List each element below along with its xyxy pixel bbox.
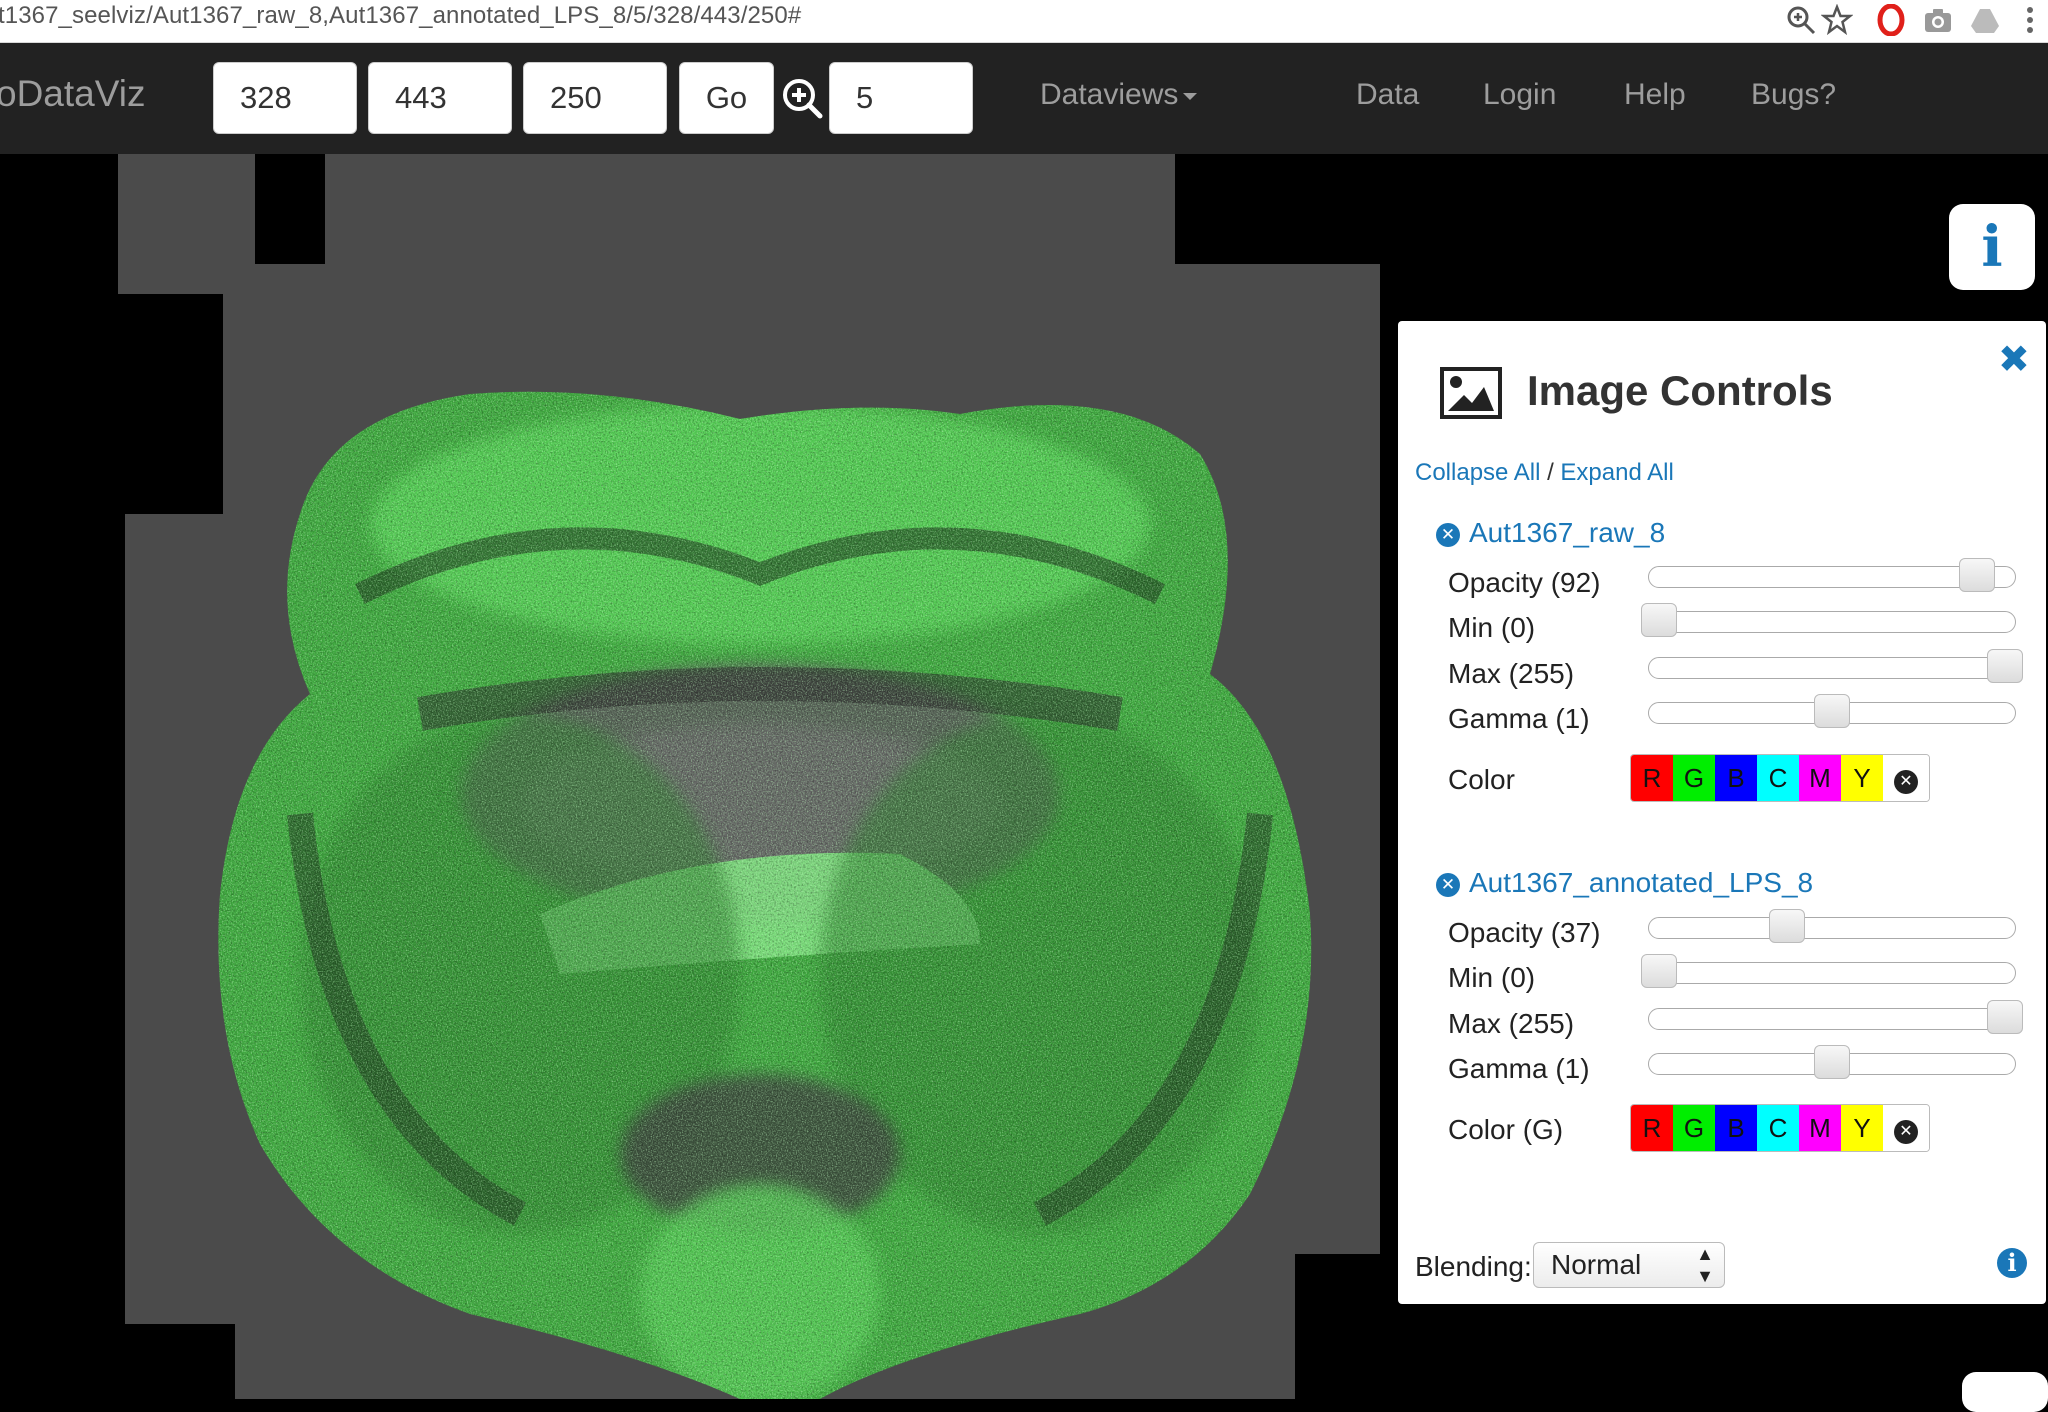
gamma-label: Gamma (1) xyxy=(1448,703,1590,734)
blending-select[interactable]: Normal ▲ ▼ xyxy=(1533,1242,1725,1288)
layer-name: Aut1367_raw_8 xyxy=(1469,517,1666,548)
zoom-in-icon xyxy=(783,79,823,119)
color-swatch-group: R G B C M Y ✕ xyxy=(1630,1104,1930,1152)
color-swatch-m[interactable]: M xyxy=(1799,755,1841,801)
slider-handle[interactable] xyxy=(1641,603,1677,637)
color-swatch-y[interactable]: Y xyxy=(1841,1105,1883,1151)
slider-handle[interactable] xyxy=(1641,954,1677,988)
zoom-icon[interactable] xyxy=(1785,4,1817,36)
color-swatch-b[interactable]: B xyxy=(1715,755,1757,801)
color-swatch-b[interactable]: B xyxy=(1715,1105,1757,1151)
nav-dataviews-label: Dataviews xyxy=(1040,78,1179,111)
opacity-slider[interactable] xyxy=(1648,558,2016,592)
collapse-all-link[interactable]: Collapse All xyxy=(1415,459,1540,486)
layer-header-annotated[interactable]: ✕ Aut1367_annotated_LPS_8 xyxy=(1436,867,1813,899)
color-label: Color xyxy=(1448,764,1515,795)
zoom-level-input[interactable]: 5 xyxy=(829,62,973,134)
min-slider[interactable] xyxy=(1641,603,2016,637)
close-icon[interactable]: ✖ xyxy=(1998,341,2030,379)
drive-icon[interactable] xyxy=(1969,4,2001,36)
opacity-label: Opacity (92) xyxy=(1448,567,1601,598)
slider-handle[interactable] xyxy=(1769,909,1806,943)
color-swatch-m[interactable]: M xyxy=(1799,1105,1841,1151)
slider-handle[interactable] xyxy=(1814,694,1850,728)
go-button[interactable]: Go xyxy=(679,62,774,134)
color-swatch-g[interactable]: G xyxy=(1673,755,1715,801)
color-swatch-group: R G B C M Y ✕ xyxy=(1630,754,1930,802)
max-label: Max (255) xyxy=(1448,658,1575,689)
min-slider[interactable] xyxy=(1641,954,2016,988)
nav-login-link[interactable]: Login xyxy=(1483,78,1556,112)
color-swatch-g[interactable]: G xyxy=(1673,1105,1715,1151)
opera-extension-icon[interactable] xyxy=(1875,4,1907,36)
color-swatch-c[interactable]: C xyxy=(1757,755,1799,801)
min-label: Min (0) xyxy=(1448,962,1536,993)
color-swatch-r[interactable]: R xyxy=(1631,1105,1673,1151)
image-controls-panel: ✖ Image Controls Collapse All / Expand A… xyxy=(1398,321,2046,1304)
info-button[interactable]: i xyxy=(1949,204,2035,290)
slider-handle[interactable] xyxy=(1987,1000,2023,1034)
min-label: Min (0) xyxy=(1448,612,1536,643)
nav-data-link[interactable]: Data xyxy=(1356,78,1419,112)
remove-layer-icon[interactable]: ✕ xyxy=(1436,523,1460,547)
layer-header-raw[interactable]: ✕ Aut1367_raw_8 xyxy=(1436,517,1665,549)
nav-help-link[interactable]: Help xyxy=(1624,78,1686,112)
slider-handle[interactable] xyxy=(1959,558,1996,592)
slider-handle[interactable] xyxy=(1814,1045,1850,1079)
browser-menu-icon[interactable] xyxy=(2014,4,2046,36)
expand-all-link[interactable]: Expand All xyxy=(1560,459,1673,486)
brand-logo-text[interactable]: oDataViz xyxy=(0,73,145,115)
z-coordinate-input[interactable]: 250 xyxy=(523,62,667,134)
caret-down-icon xyxy=(1183,92,1198,100)
opacity-label: Opacity (37) xyxy=(1448,917,1601,948)
remove-layer-icon[interactable]: ✕ xyxy=(1436,873,1460,897)
browser-address-bar[interactable]: t1367_seelviz/Aut1367_raw_8,Aut1367_anno… xyxy=(0,0,2048,43)
image-icon xyxy=(1440,367,1502,419)
nav-dataviews-dropdown[interactable]: Dataviews xyxy=(1040,78,1198,112)
clear-color-icon[interactable]: ✕ xyxy=(1883,1105,1929,1151)
gamma-label: Gamma (1) xyxy=(1448,1053,1590,1084)
nav-bugs-link[interactable]: Bugs? xyxy=(1751,78,1836,112)
blending-value: Normal xyxy=(1551,1249,1642,1280)
separator: / xyxy=(1547,459,1554,486)
panel-title: Image Controls xyxy=(1527,367,1833,414)
gamma-slider[interactable] xyxy=(1648,694,2016,728)
app-navbar: oDataViz 328 443 250 Go 5 Dataviews Data… xyxy=(0,43,2048,154)
max-slider[interactable] xyxy=(1648,649,2023,683)
bookmark-star-icon[interactable] xyxy=(1821,4,1853,36)
color-swatch-y[interactable]: Y xyxy=(1841,755,1883,801)
blending-info-icon[interactable]: i xyxy=(1997,1248,2027,1278)
color-swatch-c[interactable]: C xyxy=(1757,1105,1799,1151)
color-label: Color (G) xyxy=(1448,1114,1564,1145)
camera-icon[interactable] xyxy=(1922,4,1954,36)
collapse-expand-row: Collapse All / Expand All xyxy=(1415,459,1674,487)
url-text[interactable]: t1367_seelviz/Aut1367_raw_8,Aut1367_anno… xyxy=(0,2,801,30)
max-label: Max (255) xyxy=(1448,1008,1575,1039)
max-slider[interactable] xyxy=(1648,1000,2023,1034)
select-arrows-icon: ▲ ▼ xyxy=(1696,1244,1714,1286)
opacity-slider[interactable] xyxy=(1648,909,2016,943)
secondary-control-button[interactable] xyxy=(1962,1372,2048,1412)
layer-name: Aut1367_annotated_LPS_8 xyxy=(1469,867,1814,898)
gamma-slider[interactable] xyxy=(1648,1045,2016,1079)
clear-color-icon[interactable]: ✕ xyxy=(1883,755,1929,801)
x-coordinate-input[interactable]: 328 xyxy=(213,62,357,134)
slider-handle[interactable] xyxy=(1987,649,2023,683)
blending-label: Blending: xyxy=(1415,1251,1532,1282)
y-coordinate-input[interactable]: 443 xyxy=(368,62,512,134)
color-swatch-r[interactable]: R xyxy=(1631,755,1673,801)
